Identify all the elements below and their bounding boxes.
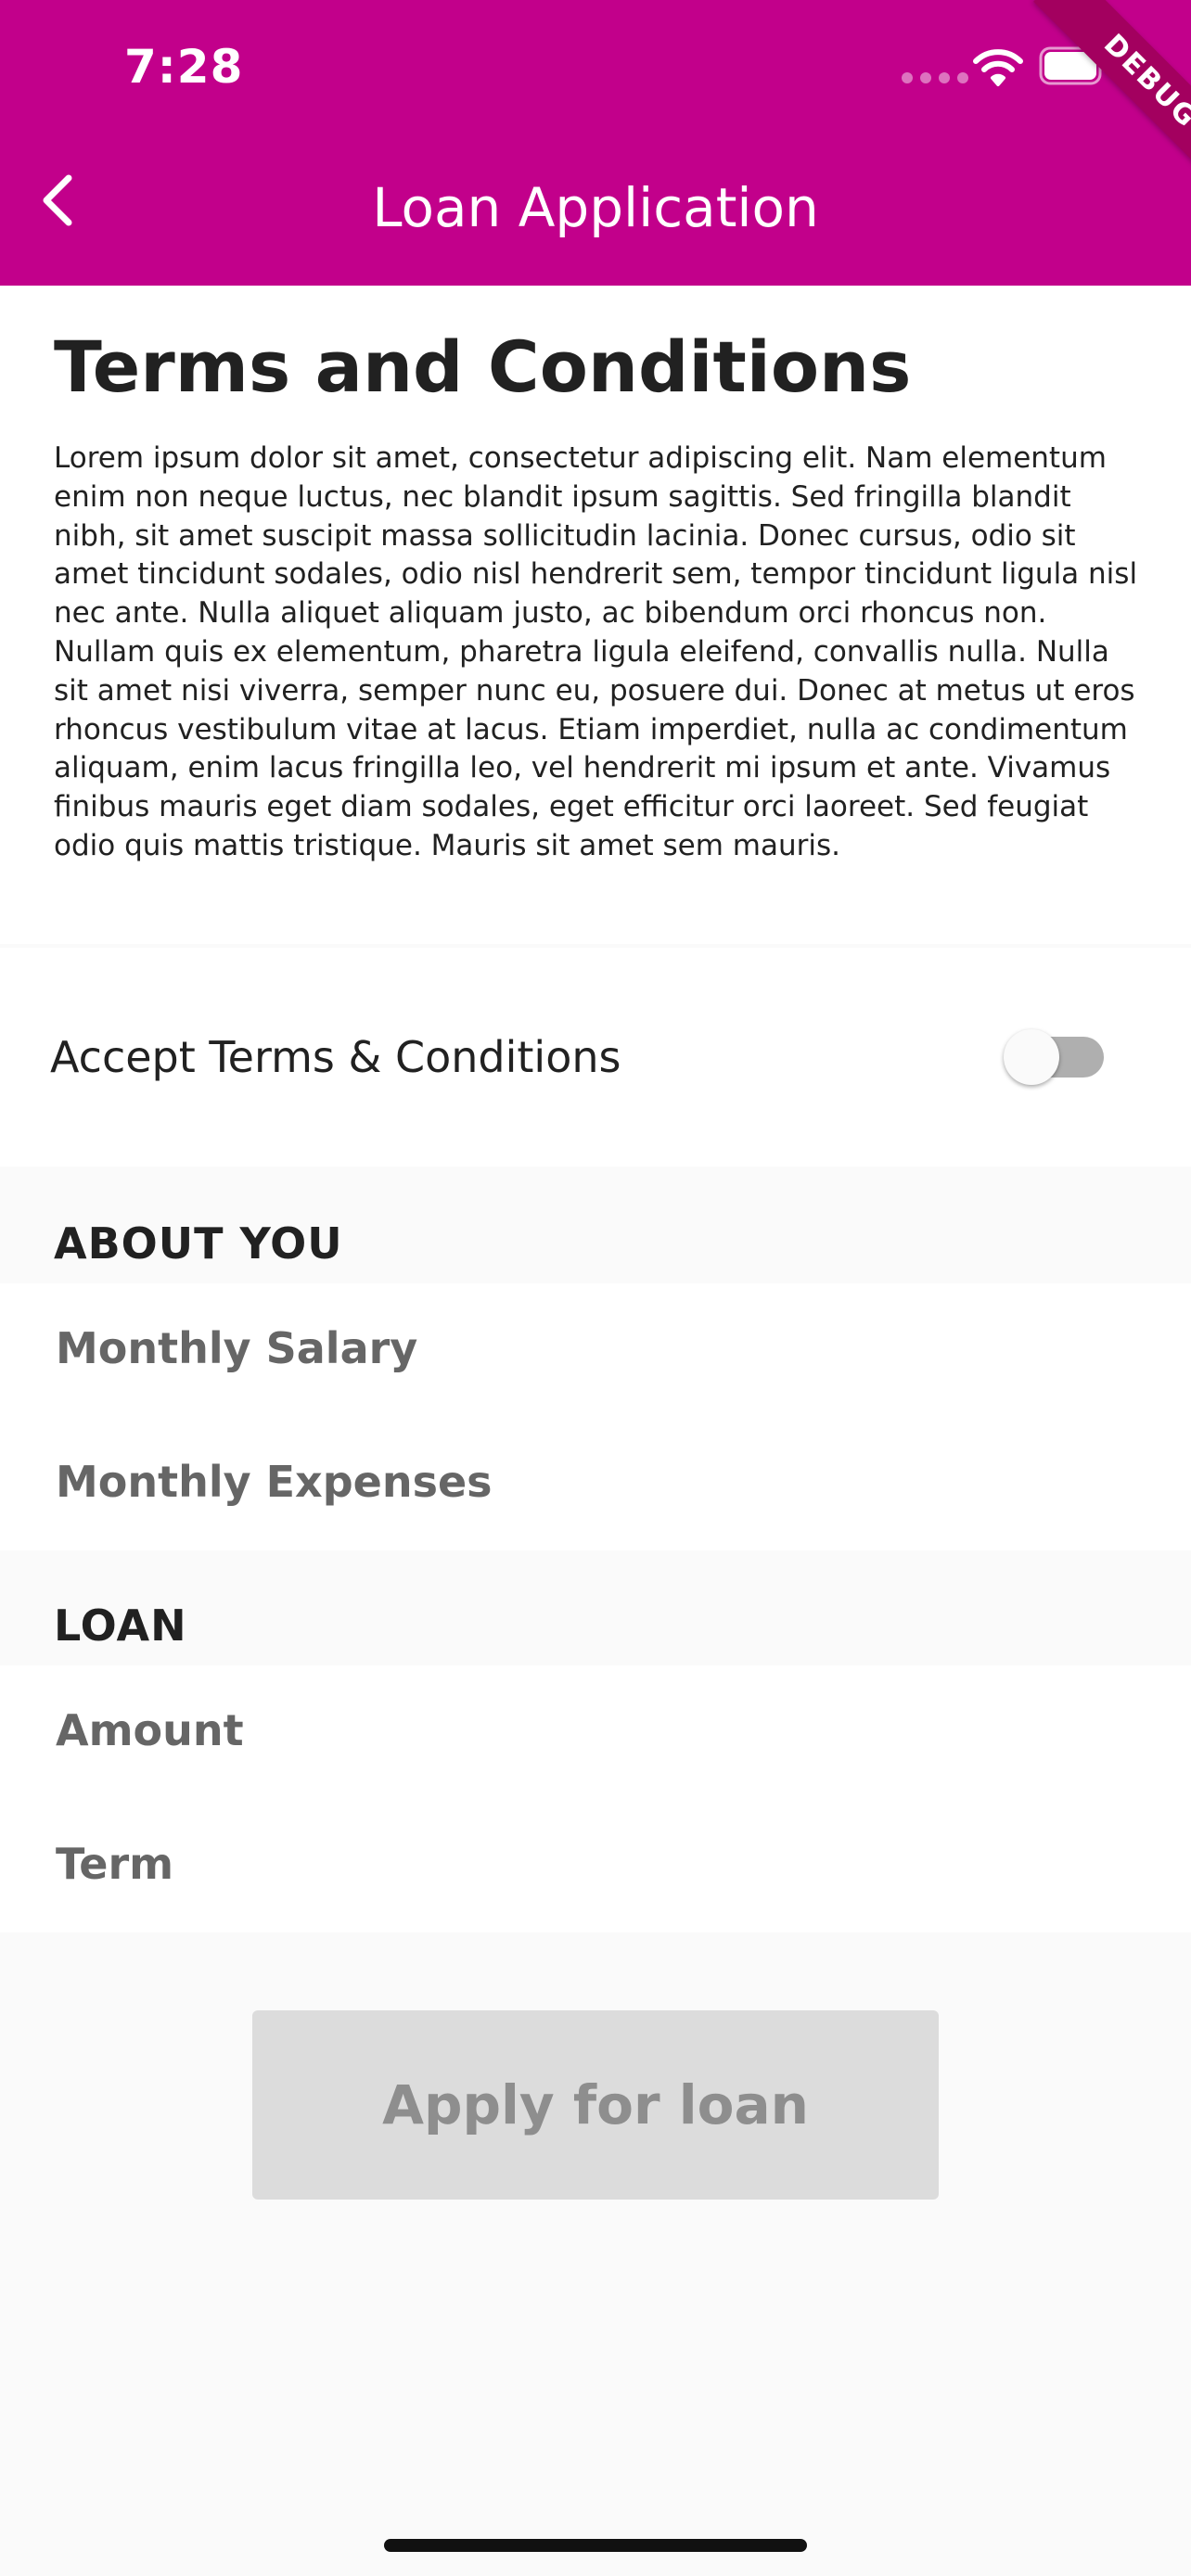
about-you-header: ABOUT YOU bbox=[0, 1167, 1191, 1283]
about-you-header-label: ABOUT YOU bbox=[54, 1218, 343, 1269]
about-you-fields bbox=[0, 1283, 1191, 1550]
terms-title: Terms and Conditions bbox=[54, 325, 912, 408]
terms-body: Lorem ipsum dolor sit amet, consectetur … bbox=[54, 441, 1138, 862]
status-time: 7:28 bbox=[124, 40, 244, 94]
debug-banner: DEBUG bbox=[1033, 0, 1191, 198]
terms-section: Terms and Conditions Lorem ipsum dolor s… bbox=[0, 286, 1191, 944]
wifi-icon bbox=[973, 49, 1023, 86]
amount-input[interactable] bbox=[56, 1684, 1141, 1777]
monthly-expenses-input[interactable] bbox=[56, 1435, 1141, 1528]
apply-for-loan-button[interactable]: Apply for loan bbox=[252, 2010, 939, 2200]
term-input[interactable] bbox=[56, 1817, 1141, 1910]
monthly-salary-input[interactable] bbox=[56, 1302, 1141, 1395]
app-bar: 7:28 DEBUG Loan Application bbox=[0, 0, 1191, 286]
accept-terms-row[interactable]: Accept Terms & Conditions bbox=[0, 948, 1191, 1167]
loan-fields bbox=[0, 1665, 1191, 1932]
loan-header: LOAN bbox=[0, 1550, 1191, 1665]
accept-terms-label: Accept Terms & Conditions bbox=[50, 1032, 621, 1082]
loan-header-label: LOAN bbox=[54, 1600, 187, 1651]
cellular-signal-icon bbox=[902, 72, 968, 83]
home-indicator bbox=[384, 2539, 807, 2552]
page-title: Loan Application bbox=[372, 176, 819, 239]
accept-terms-switch-thumb[interactable] bbox=[1004, 1029, 1059, 1085]
